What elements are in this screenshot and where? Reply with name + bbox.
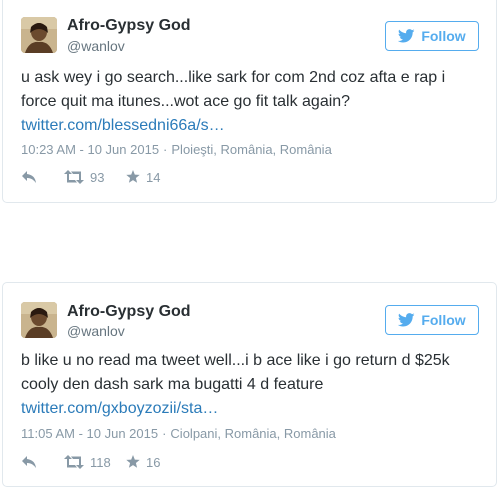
tweet-link[interactable]: twitter.com/gxboyzozii/sta… [21,397,481,421]
tweet-actions: 118 16 [21,453,160,471]
favorite-button[interactable]: 14 [126,170,160,185]
avatar[interactable] [21,302,57,338]
twitter-bird-icon [398,313,415,327]
follow-button-label: Follow [421,28,466,44]
meta-separator: · [163,142,168,157]
retweet-button[interactable]: 118 [64,455,126,470]
twitter-bird-icon [398,29,415,43]
tweet-timestamp[interactable]: 11:05 AM - 10 Jun 2015 [21,426,158,441]
star-icon [126,455,140,468]
favorite-button[interactable]: 16 [126,455,160,470]
favorite-count: 16 [146,454,161,470]
follow-button[interactable]: Follow [385,305,479,335]
author-name[interactable]: Afro-Gypsy God [67,302,191,322]
tweet-link[interactable]: twitter.com/blessedni66a/s… [21,114,481,138]
star-icon [126,170,140,183]
tweet-card: Afro-Gypsy God @wanlov Follow u ask wey … [2,0,497,203]
retweet-count: 93 [90,169,105,185]
retweet-icon [64,455,84,469]
retweet-count: 118 [90,454,111,470]
reply-button[interactable] [21,170,64,184]
favorite-count: 14 [146,169,161,185]
tweet-meta: 10:23 AM - 10 Jun 2015 · Ploieşti, România… [21,142,332,158]
reply-icon [22,171,36,183]
tweet-meta: 11:05 AM - 10 Jun 2015 · Ciolpani, România… [21,426,336,442]
tweet-actions: 93 14 [21,168,160,186]
tweet-text-line: u ask wey i go search...like sark for co… [21,69,446,86]
tweet-text: u ask wey i go search...like sark for co… [21,66,481,138]
follow-button[interactable]: Follow [385,21,479,51]
retweet-button[interactable]: 93 [64,170,126,185]
tweet-timestamp[interactable]: 10:23 AM - 10 Jun 2015 [21,142,159,157]
author-handle[interactable]: @wanlov [67,37,125,55]
tweet-text-line: b like u no read ma tweet well...i b ace… [21,352,450,369]
tweet-text-line: force quit ma itunes...wot ace go fit ta… [21,93,351,110]
tweet-location[interactable]: Ploieşti, România, România [171,142,331,157]
tweet-text-line: cooly den dash sark ma bugatti 4 d featu… [21,376,324,393]
meta-separator: · [162,426,167,441]
reply-icon [22,456,36,468]
tweet-text: b like u no read ma tweet well...i b ace… [21,349,481,421]
retweet-icon [64,170,84,184]
tweet-card: Afro-Gypsy God @wanlov Follow b like u n… [2,282,497,487]
author-handle[interactable]: @wanlov [67,322,125,340]
avatar[interactable] [21,17,57,53]
reply-button[interactable] [21,455,64,469]
follow-button-label: Follow [421,312,466,328]
tweet-location[interactable]: Ciolpani, România, România [170,426,335,441]
author-name[interactable]: Afro-Gypsy God [67,16,191,36]
